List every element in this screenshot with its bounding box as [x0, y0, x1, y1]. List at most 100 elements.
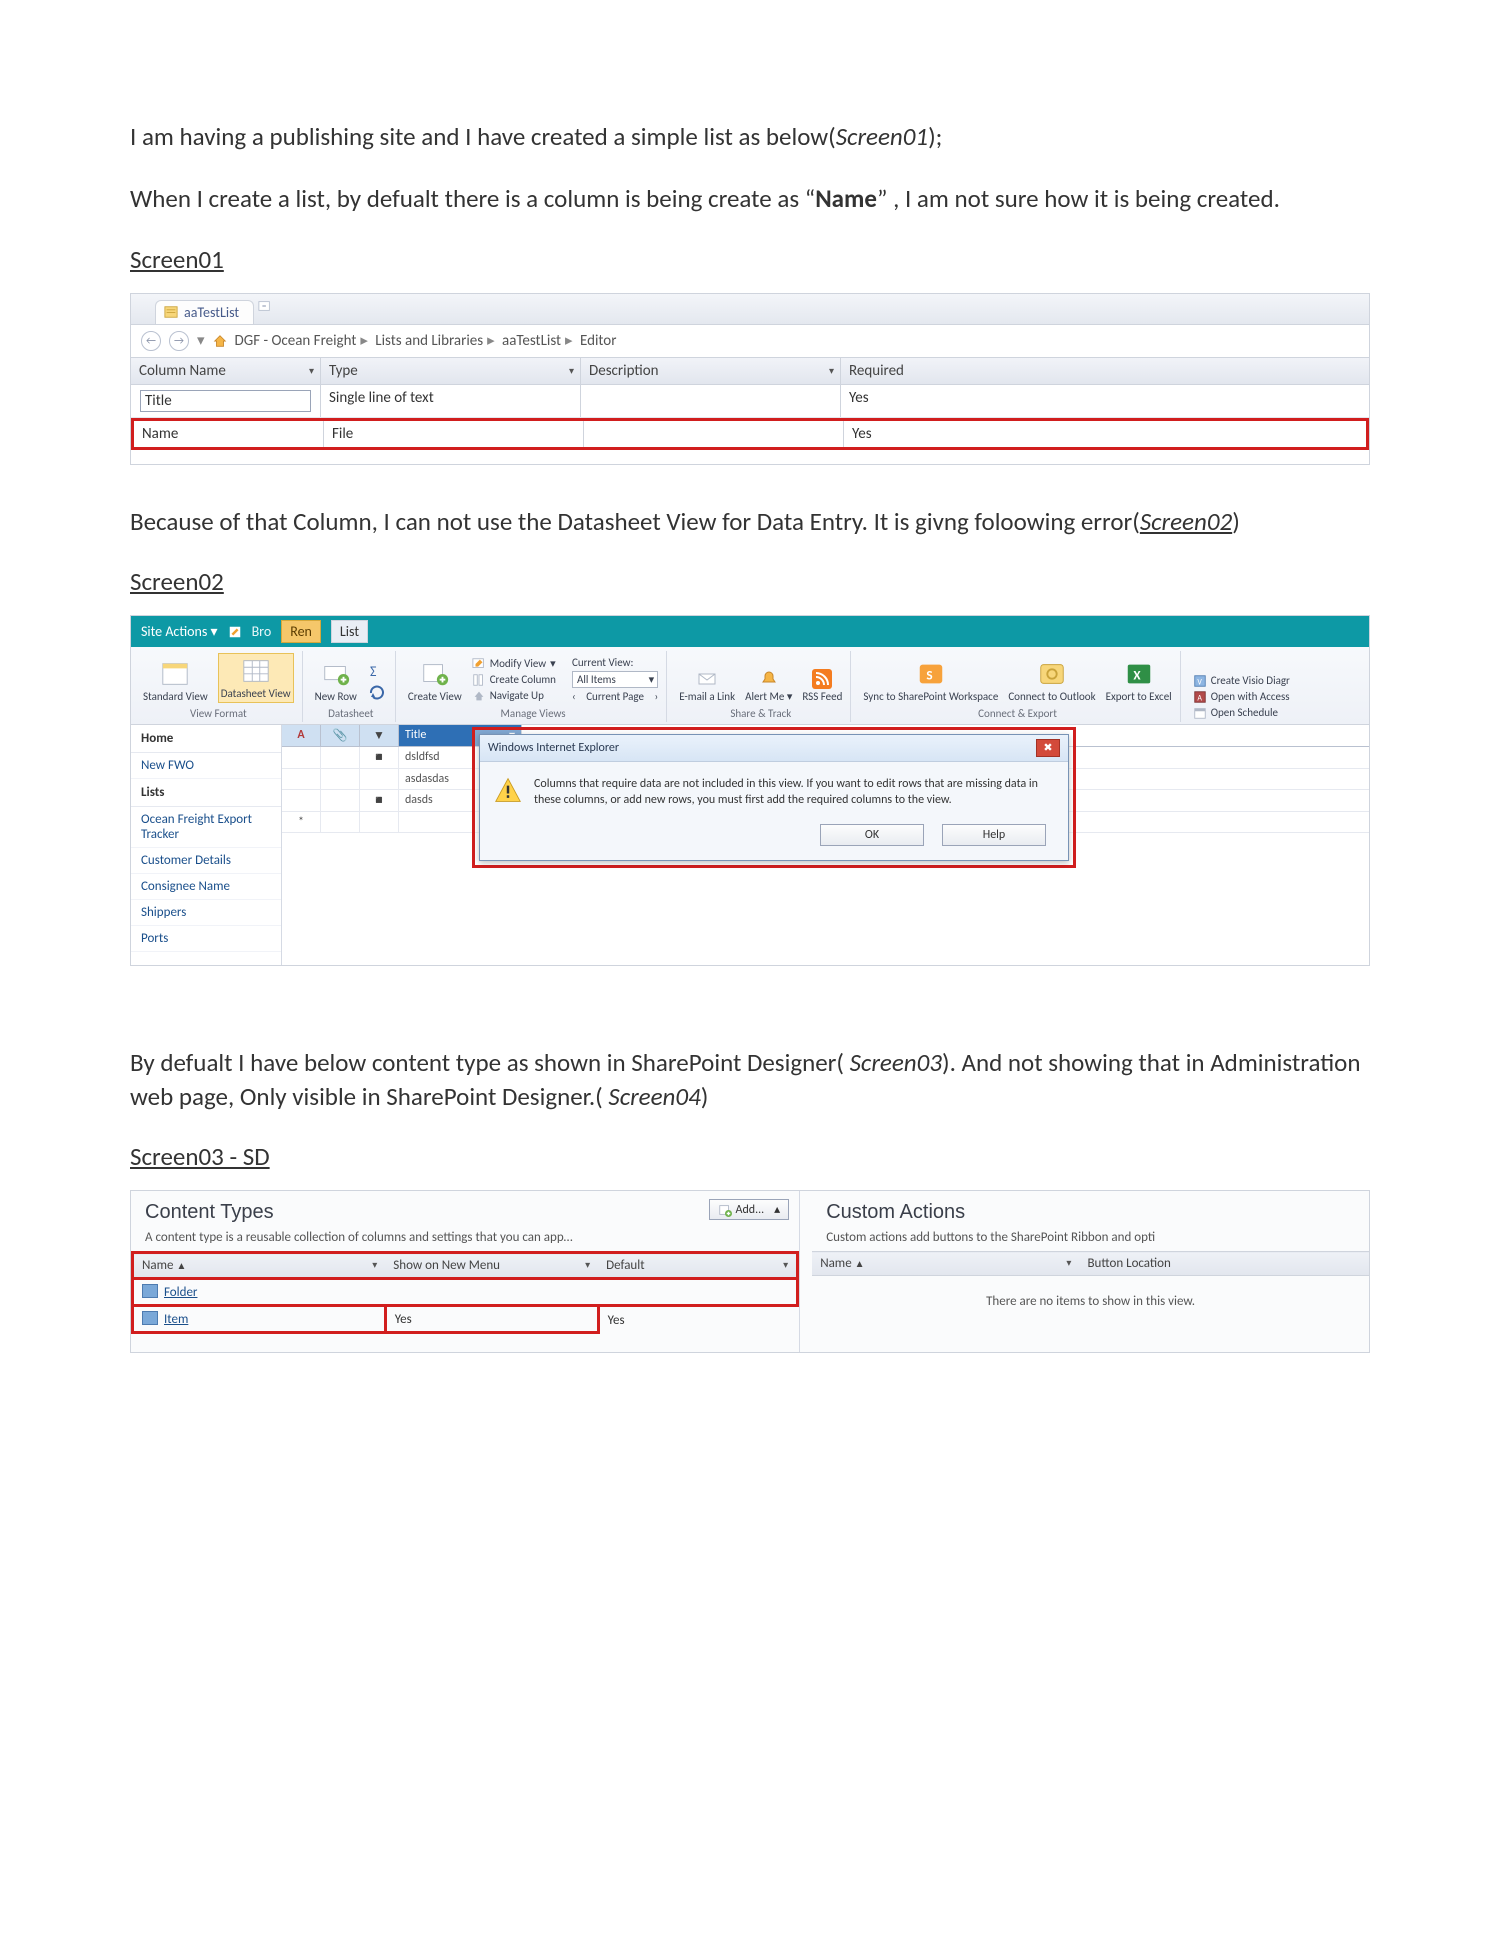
tab-list[interactable]: List [331, 620, 368, 643]
tab-label: aaTestList [184, 304, 239, 321]
folder-link[interactable]: Folder [164, 1285, 197, 1300]
content-types-heading: Content Types [131, 1191, 799, 1230]
screen03-panel: Add... ▴ Content Types A content type is… [130, 1190, 1370, 1353]
quicklaunch-nav: Home New FWO Lists Ocean Freight Export … [131, 725, 282, 965]
ribbon-group-extra: VCreate Visio Diagr AOpen with Access Op… [1189, 651, 1298, 722]
intro-paragraph-2: When I create a list, by defualt there i… [130, 182, 1370, 216]
col-required[interactable]: Required [841, 358, 1011, 384]
schedule-icon [1193, 706, 1207, 720]
create-view-button[interactable]: Create View [408, 659, 462, 703]
nav-link[interactable]: Shippers [131, 900, 281, 926]
rss-icon [812, 669, 832, 689]
ribbon-group-datasheet: New Row Σ Datasheet [311, 651, 396, 722]
flag-header[interactable]: ▼ [360, 725, 399, 746]
standard-view-button[interactable]: Standard View [143, 659, 208, 703]
nav-back-icon[interactable]: ← [141, 331, 161, 351]
screen02-label: Screen02 [130, 566, 1370, 597]
nav-link[interactable]: Ocean Freight Export Tracker [131, 807, 281, 848]
table-row[interactable]: Item Yes Yes [133, 1306, 798, 1333]
datasheet-area[interactable]: A 📎 ▼ Title▾ ◾dsldfsd asdasdas ◾dasds * … [282, 725, 1369, 965]
col-ca-name[interactable]: Name ▲▾ [812, 1252, 1079, 1276]
new-row-button[interactable]: New Row [315, 659, 357, 703]
nav-fwd-icon[interactable]: → [169, 331, 189, 351]
ribbon-group-manageviews: Create View Modify View ▾ Create Column … [404, 651, 667, 722]
table-row[interactable]: Title Single line of text Yes [131, 385, 1369, 418]
ribbon-group-connect: SSync to SharePoint Workspace Connect to… [859, 651, 1180, 722]
col-show-new-menu[interactable]: Show on New Menu▾ [385, 1253, 598, 1279]
breadcrumb[interactable]: DGF - Ocean Freight▸ Lists and Libraries… [235, 331, 617, 350]
cell-type: Single line of text [321, 385, 581, 417]
close-icon[interactable]: ✖ [1036, 739, 1060, 757]
datasheet-view-icon [241, 656, 271, 686]
tab-browse[interactable]: Bro [252, 623, 272, 640]
site-actions-button[interactable]: Site Actions ▾ [141, 623, 218, 640]
refresh-icon[interactable] [367, 683, 387, 703]
nav-link[interactable]: Ports [131, 926, 281, 952]
datasheet-view-button[interactable]: Datasheet View [218, 653, 294, 703]
screen01-label: Screen01 [130, 244, 1370, 275]
custom-actions-heading: Custom Actions [812, 1191, 1369, 1230]
tab-ren[interactable]: Ren [281, 620, 321, 643]
svg-text:Σ: Σ [370, 663, 377, 680]
table-row-highlight[interactable]: Name File Yes [131, 418, 1369, 450]
col-name[interactable]: Name ▲▾ [133, 1253, 386, 1279]
create-column-button[interactable]: Create Column [472, 673, 556, 687]
content-types-subtext: A content type is a reusable collection … [131, 1230, 799, 1251]
row-selector-header[interactable]: A [282, 725, 321, 746]
col-description[interactable]: Description▾ [581, 358, 841, 384]
totals-icon[interactable]: Σ [367, 661, 387, 681]
create-visio-button[interactable]: VCreate Visio Diagr [1193, 674, 1290, 688]
new-tab-icon[interactable] [258, 299, 272, 313]
cell-desc [584, 421, 844, 447]
cell-name[interactable]: Title [140, 390, 311, 412]
export-excel-button[interactable]: XExport to Excel [1106, 659, 1172, 703]
nav-home[interactable]: Home [131, 725, 281, 753]
col-column-name[interactable]: Column Name▾ [131, 358, 321, 384]
navigate-up-icon [472, 689, 486, 703]
standard-view-icon [160, 659, 190, 689]
open-schedule-button[interactable]: Open Schedule [1193, 706, 1290, 720]
rss-feed-button[interactable]: RSS Feed [802, 669, 842, 703]
table-row[interactable]: Folder [133, 1279, 798, 1306]
col-default[interactable]: Default▾ [598, 1253, 798, 1279]
open-access-button[interactable]: AOpen with Access [1193, 690, 1290, 704]
modify-view-icon [472, 657, 486, 671]
bell-icon [759, 669, 779, 689]
cell-desc [581, 385, 841, 417]
ok-button[interactable]: OK [820, 824, 924, 846]
home-icon[interactable] [213, 334, 227, 348]
connect-outlook-button[interactable]: Connect to Outlook [1008, 659, 1095, 703]
email-link-button[interactable]: E-mail a Link [679, 669, 735, 703]
add-content-type-button[interactable]: Add... ▴ [709, 1199, 790, 1220]
col-type[interactable]: Type▾ [321, 358, 581, 384]
attach-header[interactable]: 📎 [321, 725, 360, 746]
excel-icon: X [1124, 659, 1154, 689]
list-icon [164, 305, 178, 319]
nav-link[interactable]: Consignee Name [131, 874, 281, 900]
current-view-select[interactable]: All Items▾ [572, 671, 658, 688]
col-button-location[interactable]: Button Location [1079, 1252, 1369, 1276]
item-link[interactable]: Item [164, 1312, 188, 1327]
cell-req: Yes [841, 385, 1011, 417]
warning-icon [494, 776, 522, 804]
nav-link[interactable]: New FWO [131, 753, 281, 779]
cell-type: File [324, 421, 584, 447]
sync-workspace-button[interactable]: SSync to SharePoint Workspace [863, 659, 998, 703]
nav-lists[interactable]: Lists [131, 779, 281, 807]
nav-link[interactable]: Customer Details [131, 848, 281, 874]
edit-page-icon[interactable] [228, 625, 242, 639]
custom-actions-table: Name ▲▾ Button Location [812, 1251, 1369, 1276]
modify-view-button[interactable]: Modify View ▾ [472, 657, 556, 671]
alert-me-button[interactable]: Alert Me ▾ [745, 669, 792, 703]
tab-aatestlist[interactable]: aaTestList [155, 300, 254, 324]
current-page-nav[interactable]: ‹ Current Page › [572, 690, 658, 703]
screen03-label: Screen03 - SD [130, 1141, 1370, 1172]
custom-actions-subtext: Custom actions add buttons to the ShareP… [812, 1230, 1369, 1251]
outlook-icon [1037, 659, 1067, 689]
screen02-panel: Site Actions ▾ Bro Ren List Standard Vie… [130, 615, 1370, 966]
help-button[interactable]: Help [942, 824, 1046, 846]
error-dialog-highlight: Windows Internet Explorer ✖ Columns that… [472, 727, 1076, 868]
svg-text:X: X [1133, 668, 1141, 684]
cell-req: Yes [844, 421, 1014, 447]
navigate-up-button[interactable]: Navigate Up [472, 689, 556, 703]
